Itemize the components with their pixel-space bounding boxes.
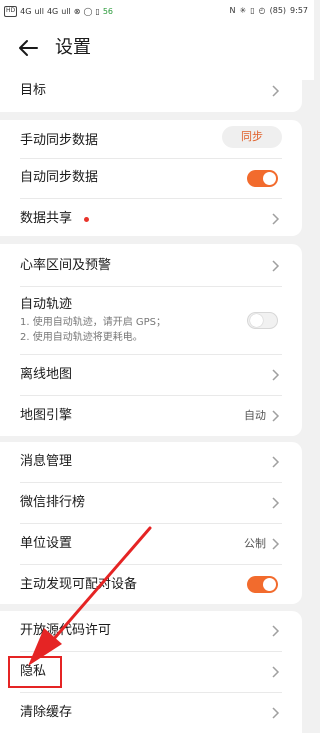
discover-device-toggle[interactable] bbox=[247, 576, 278, 593]
vibrate-icon: ▯ bbox=[250, 6, 255, 15]
row-wechat-rank[interactable]: 微信排行榜 bbox=[0, 483, 302, 523]
signal-bars-icon-2: ull bbox=[61, 7, 71, 16]
auto-track-desc-1: 1. 使用自动轨迹，请开启 GPS； bbox=[20, 317, 167, 328]
row-map-engine[interactable]: 地图引擎 自动 bbox=[0, 396, 302, 436]
annotation-highlight-box bbox=[8, 656, 62, 688]
row-clear-cache[interactable]: 清除缓存 bbox=[0, 693, 302, 733]
chevron-right-icon bbox=[272, 260, 280, 272]
chevron-right-icon bbox=[272, 666, 280, 678]
goal-label: 目标 bbox=[20, 83, 47, 98]
group-track: 心率区间及预警 自动轨迹 1. 使用自动轨迹，请开启 GPS； 2. 使用自动轨… bbox=[0, 244, 302, 436]
chevron-right-icon bbox=[272, 410, 280, 422]
unit-value: 公制 bbox=[244, 537, 266, 550]
chevron-right-icon bbox=[272, 538, 280, 550]
group-goal: 目标 bbox=[0, 70, 302, 112]
page-title: 设置 bbox=[55, 37, 91, 58]
offline-map-label: 离线地图 bbox=[20, 367, 73, 382]
phone-icon: ▯ bbox=[95, 7, 100, 16]
row-open-source[interactable]: 开放源代码许可 bbox=[0, 611, 302, 651]
chevron-right-icon bbox=[272, 85, 280, 97]
signal-bars-icon: ull bbox=[34, 7, 44, 16]
chevron-right-icon bbox=[272, 369, 280, 381]
row-data-share[interactable]: 数据共享 bbox=[0, 199, 302, 236]
hd-icon: HD bbox=[4, 6, 18, 17]
chevron-right-icon bbox=[272, 707, 280, 719]
chevron-right-icon bbox=[272, 497, 280, 509]
data-share-label: 数据共享 bbox=[20, 211, 73, 226]
row-goal[interactable]: 目标 bbox=[0, 70, 302, 112]
auto-sync-toggle[interactable] bbox=[247, 170, 278, 187]
auto-track-toggle[interactable] bbox=[247, 312, 278, 329]
row-heart-rate[interactable]: 心率区间及预警 bbox=[0, 244, 302, 286]
auto-track-label: 自动轨迹 bbox=[20, 297, 73, 312]
open-source-label: 开放源代码许可 bbox=[20, 623, 112, 638]
chevron-right-icon bbox=[272, 456, 280, 468]
clock-text: 9:57 bbox=[290, 6, 308, 15]
back-arrow-icon[interactable] bbox=[17, 37, 39, 59]
row-offline-map[interactable]: 离线地图 bbox=[0, 355, 302, 395]
chevron-right-icon bbox=[272, 625, 280, 637]
row-unit-settings[interactable]: 单位设置 公制 bbox=[0, 524, 302, 564]
auto-track-desc-2: 2. 使用自动轨迹将更耗电。 bbox=[20, 332, 143, 343]
nfc-icon: N bbox=[229, 6, 236, 15]
sync-button[interactable]: 同步 bbox=[222, 126, 282, 148]
manual-sync-label: 手动同步数据 bbox=[20, 133, 99, 148]
status-bar: HD 4G ull 4G ull ⊗ ◯ ▯ 56 N ✳ ▯ ◴ (85) 9… bbox=[0, 0, 314, 24]
group-device: 消息管理 微信排行榜 单位设置 公制 主动发现可配对设备 bbox=[0, 442, 302, 604]
map-engine-label: 地图引擎 bbox=[20, 408, 73, 423]
signal-4g-icon: 4G bbox=[20, 7, 32, 16]
bluetooth-icon: ✳ bbox=[239, 6, 247, 15]
wechat-rank-label: 微信排行榜 bbox=[20, 495, 86, 510]
new-badge-dot bbox=[84, 217, 89, 222]
message-mgmt-label: 消息管理 bbox=[20, 454, 73, 469]
signal-4g-icon-2: 4G bbox=[46, 7, 59, 16]
unit-settings-label: 单位设置 bbox=[20, 536, 73, 551]
group-sync: 手动同步数据 同步 自动同步数据 数据共享 bbox=[0, 120, 302, 236]
status-left-icons: HD 4G ull 4G ull ⊗ ◯ ▯ 56 bbox=[4, 6, 113, 17]
status-right-icons: N ✳ ▯ ◴ (85) 9:57 bbox=[230, 6, 308, 15]
block-icon: ⊗ bbox=[73, 7, 81, 16]
circle-icon: ◯ bbox=[83, 7, 93, 16]
auto-sync-label: 自动同步数据 bbox=[20, 170, 99, 185]
battery-icon: (85) bbox=[269, 6, 287, 15]
discover-device-label: 主动发现可配对设备 bbox=[20, 577, 138, 592]
chevron-right-icon bbox=[272, 213, 280, 225]
speed-icon: ◴ bbox=[258, 6, 266, 15]
heart-rate-label: 心率区间及预警 bbox=[20, 258, 112, 273]
row-auto-sync: 自动同步数据 bbox=[0, 159, 302, 197]
row-discover-device: 主动发现可配对设备 bbox=[0, 565, 302, 604]
row-auto-track: 自动轨迹 1. 使用自动轨迹，请开启 GPS； 2. 使用自动轨迹将更耗电。 bbox=[0, 287, 302, 353]
clear-cache-label: 清除缓存 bbox=[20, 705, 73, 720]
app-badge-icon: 56 bbox=[102, 7, 114, 16]
map-engine-value: 自动 bbox=[244, 409, 266, 422]
row-message-mgmt[interactable]: 消息管理 bbox=[0, 442, 302, 482]
row-manual-sync: 手动同步数据 同步 bbox=[0, 120, 302, 158]
